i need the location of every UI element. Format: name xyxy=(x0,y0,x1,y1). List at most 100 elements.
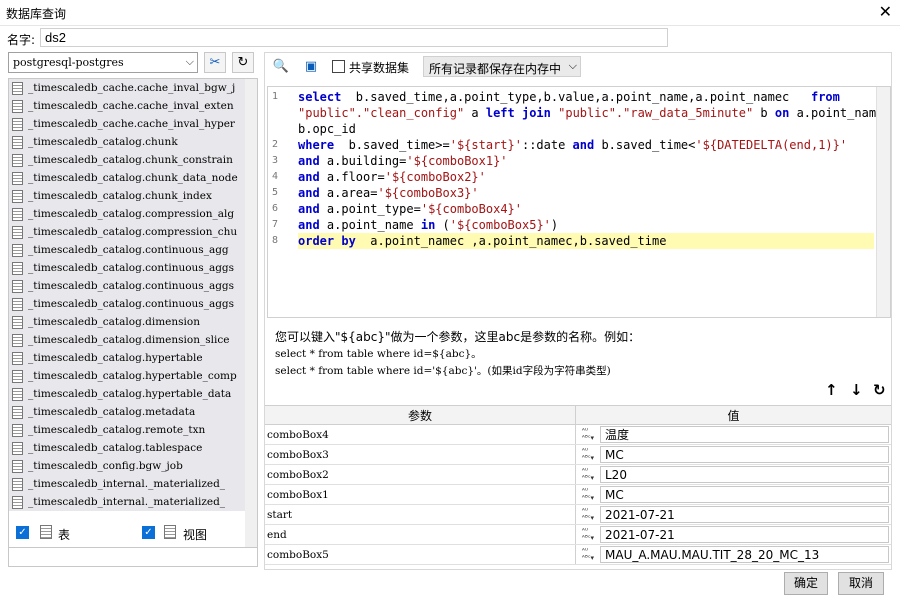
line-number: 6 xyxy=(272,203,279,214)
table-list-item[interactable]: _timescaledb_catalog.hypertable_data xyxy=(9,385,245,403)
parameters-table: 参数 值 comboBox4 ᴬᵁ ᴬᴮᶜ▾ 温度 comboBox3 ᴬᵁ ᴬᴮᶜ▾ MC c… xyxy=(265,405,891,565)
table-list-item[interactable]: _timescaledb_config.bgw_job xyxy=(9,457,245,475)
table-list-item[interactable]: _timescaledb_cache.cache_inval_exten xyxy=(9,97,245,115)
code-token: on xyxy=(774,106,790,120)
code-line[interactable]: and a.point_type='${comboBox4}' xyxy=(298,201,874,217)
connect-icon[interactable]: ✂ xyxy=(204,52,226,73)
line-number: 4 xyxy=(272,171,279,182)
table-list-item-label: _timescaledb_cache.cache_inval_bgw_j xyxy=(28,82,236,94)
table-list-item[interactable]: _timescaledb_catalog.chunk_index xyxy=(9,187,245,205)
value-type-icon[interactable]: ᴬᵁ ᴬᴮᶜ▾ xyxy=(576,425,600,444)
code-line[interactable]: select b.saved_time,a.point_type,b.value… xyxy=(298,89,874,105)
code-token: a.building= xyxy=(319,154,407,168)
editor-scrollbar[interactable] xyxy=(876,87,890,317)
code-line[interactable]: order by a.point_namec ,a.point_namec,b.… xyxy=(298,233,874,249)
share-dataset-checkbox[interactable] xyxy=(332,60,345,73)
table-icon xyxy=(40,525,52,539)
value-type-icon[interactable]: ᴬᵁ ᴬᴮᶜ▾ xyxy=(576,525,600,544)
table-list-item[interactable]: _timescaledb_cache.cache_inval_bgw_j xyxy=(9,79,245,97)
parameter-name: end xyxy=(265,525,576,544)
chevron-down-icon: ⌵ xyxy=(568,59,577,72)
code-token: a.floor= xyxy=(319,170,385,184)
ok-button[interactable]: 确定 xyxy=(784,572,828,595)
table-list-item[interactable]: _timescaledb_catalog.chunk xyxy=(9,133,245,151)
table-list-item-label: _timescaledb_catalog.chunk xyxy=(28,136,178,148)
arrow-up-icon[interactable]: ↑ xyxy=(825,381,838,399)
table-icon xyxy=(12,189,23,203)
table-list-item[interactable]: _timescaledb_internal._materialized_ xyxy=(9,475,245,493)
code-token: '${comboBox4}' xyxy=(420,202,522,216)
close-icon[interactable]: ✕ xyxy=(879,2,892,21)
table-list[interactable]: _timescaledb_cache.cache_inval_bgw_j _tim… xyxy=(8,78,258,560)
table-icon xyxy=(12,297,23,311)
value-type-icon[interactable]: ᴬᵁ ᴬᴮᶜ▾ xyxy=(576,505,600,524)
title-bar: 数据库查询 ✕ xyxy=(0,0,900,26)
table-list-item[interactable]: _timescaledb_cache.cache_inval_hyper xyxy=(9,115,245,133)
save-icon[interactable]: ▣ xyxy=(301,56,321,76)
parameter-value-input[interactable]: L20 xyxy=(600,466,889,483)
code-token: a xyxy=(464,106,486,120)
code-line[interactable]: and a.point_name in ('${comboBox5}') xyxy=(298,217,874,233)
parameter-value-input[interactable]: MC xyxy=(600,446,889,463)
code-token: '${comboBox5}' xyxy=(449,218,551,232)
table-list-item[interactable]: _timescaledb_catalog.dimension xyxy=(9,313,245,331)
table-list-item[interactable]: _timescaledb_catalog.continuous_aggs xyxy=(9,259,245,277)
table-list-item[interactable]: _timescaledb_catalog.chunk_data_node xyxy=(9,169,245,187)
table-list-item-label: _timescaledb_catalog.dimension xyxy=(28,316,200,328)
code-line[interactable]: "public"."clean_config" a left join "pub… xyxy=(298,105,890,121)
table-list-item[interactable]: _timescaledb_catalog.metadata xyxy=(9,403,245,421)
code-line[interactable]: and a.building='${comboBox1}' xyxy=(298,153,874,169)
table-list-item[interactable]: _timescaledb_catalog.continuous_aggs xyxy=(9,295,245,313)
left-footer-field[interactable] xyxy=(8,547,258,567)
table-list-item[interactable]: _timescaledb_catalog.chunk_constrain xyxy=(9,151,245,169)
parameter-value-input[interactable]: 2021-07-21 xyxy=(600,506,889,523)
table-list-item[interactable]: _timescaledb_catalog.remote_txn xyxy=(9,421,245,439)
code-token: ( xyxy=(435,218,450,232)
code-token: and xyxy=(572,138,595,152)
code-line[interactable]: b.opc_id xyxy=(298,121,874,137)
refresh-icon[interactable]: ↻ xyxy=(873,381,886,399)
table-list-item[interactable]: _timescaledb_catalog.continuous_aggs xyxy=(9,277,245,295)
table-list-item[interactable]: _timescaledb_catalog.hypertable xyxy=(9,349,245,367)
parameter-row: start ᴬᵁ ᴬᴮᶜ▾ 2021-07-21 xyxy=(265,505,891,525)
line-number-gutter: 1 2 3 4 5 6 7 8 xyxy=(268,87,296,317)
value-type-icon[interactable]: ᴬᵁ ᴬᴮᶜ▾ xyxy=(576,445,600,464)
parameter-value-input[interactable]: MAU_A.MAU.MAU.TIT_28_20_MC_13 xyxy=(600,546,889,563)
table-list-item[interactable]: _timescaledb_catalog.continuous_agg xyxy=(9,241,245,259)
code-token: and xyxy=(298,218,320,232)
cancel-button[interactable]: 取消 xyxy=(838,572,884,595)
code-line[interactable]: and a.floor='${comboBox2}' xyxy=(298,169,874,185)
table-list-item-label: _timescaledb_catalog.metadata xyxy=(28,406,196,418)
database-select[interactable]: postgresql-postgres ⌵ xyxy=(8,52,198,73)
tables-checkbox[interactable]: ✓ xyxy=(16,526,29,539)
table-list-item[interactable]: _timescaledb_catalog.tablespace xyxy=(9,439,245,457)
value-type-icon[interactable]: ᴬᵁ ᴬᴮᶜ▾ xyxy=(576,465,600,484)
table-list-item-label: _timescaledb_cache.cache_inval_hyper xyxy=(28,118,235,130)
value-type-icon[interactable]: ᴬᵁ ᴬᴮᶜ▾ xyxy=(576,485,600,504)
tables-checkbox-label: 表 xyxy=(58,528,71,542)
left-panel: postgresql-postgres ⌵ ✂ ↻ _timescaledb_c… xyxy=(8,52,260,568)
code-line[interactable]: where b.saved_time>='${start}'::date and… xyxy=(298,137,874,153)
parameter-value-input[interactable]: 温度 xyxy=(600,426,889,443)
table-list-item[interactable]: _timescaledb_internal._materialized_ xyxy=(9,493,245,511)
value-type-icon[interactable]: ᴬᵁ ᴬᴮᶜ▾ xyxy=(576,545,600,564)
storage-mode-select[interactable]: 所有记录都保存在内存中 ⌵ xyxy=(423,56,581,77)
views-checkbox[interactable]: ✓ xyxy=(142,526,155,539)
table-list-item[interactable]: _timescaledb_catalog.compression_alg xyxy=(9,205,245,223)
sql-editor[interactable]: 1 2 3 4 5 6 7 8 select b.saved_time,a.point_typ… xyxy=(267,86,891,318)
code-token: and xyxy=(298,202,320,216)
table-list-item-label: _timescaledb_catalog.dimension_slice xyxy=(28,334,230,346)
preview-icon[interactable]: 🔍 xyxy=(271,56,291,76)
table-list-scrollbar[interactable] xyxy=(245,79,257,559)
parameter-value-input[interactable]: 2021-07-21 xyxy=(600,526,889,543)
parameter-row: comboBox1 ᴬᵁ ᴬᴮᶜ▾ MC xyxy=(265,485,891,505)
arrow-down-icon[interactable]: ↓ xyxy=(850,381,863,399)
table-list-item[interactable]: _timescaledb_catalog.hypertable_comp xyxy=(9,367,245,385)
sql-code[interactable]: select b.saved_time,a.point_type,b.value… xyxy=(298,89,890,249)
name-input[interactable] xyxy=(40,28,668,47)
table-list-item[interactable]: _timescaledb_catalog.compression_chu xyxy=(9,223,245,241)
code-line[interactable]: and a.area='${comboBox3}' xyxy=(298,185,874,201)
refresh-icon[interactable]: ↻ xyxy=(232,52,254,73)
parameter-value-input[interactable]: MC xyxy=(600,486,889,503)
table-list-item[interactable]: _timescaledb_catalog.dimension_slice xyxy=(9,331,245,349)
